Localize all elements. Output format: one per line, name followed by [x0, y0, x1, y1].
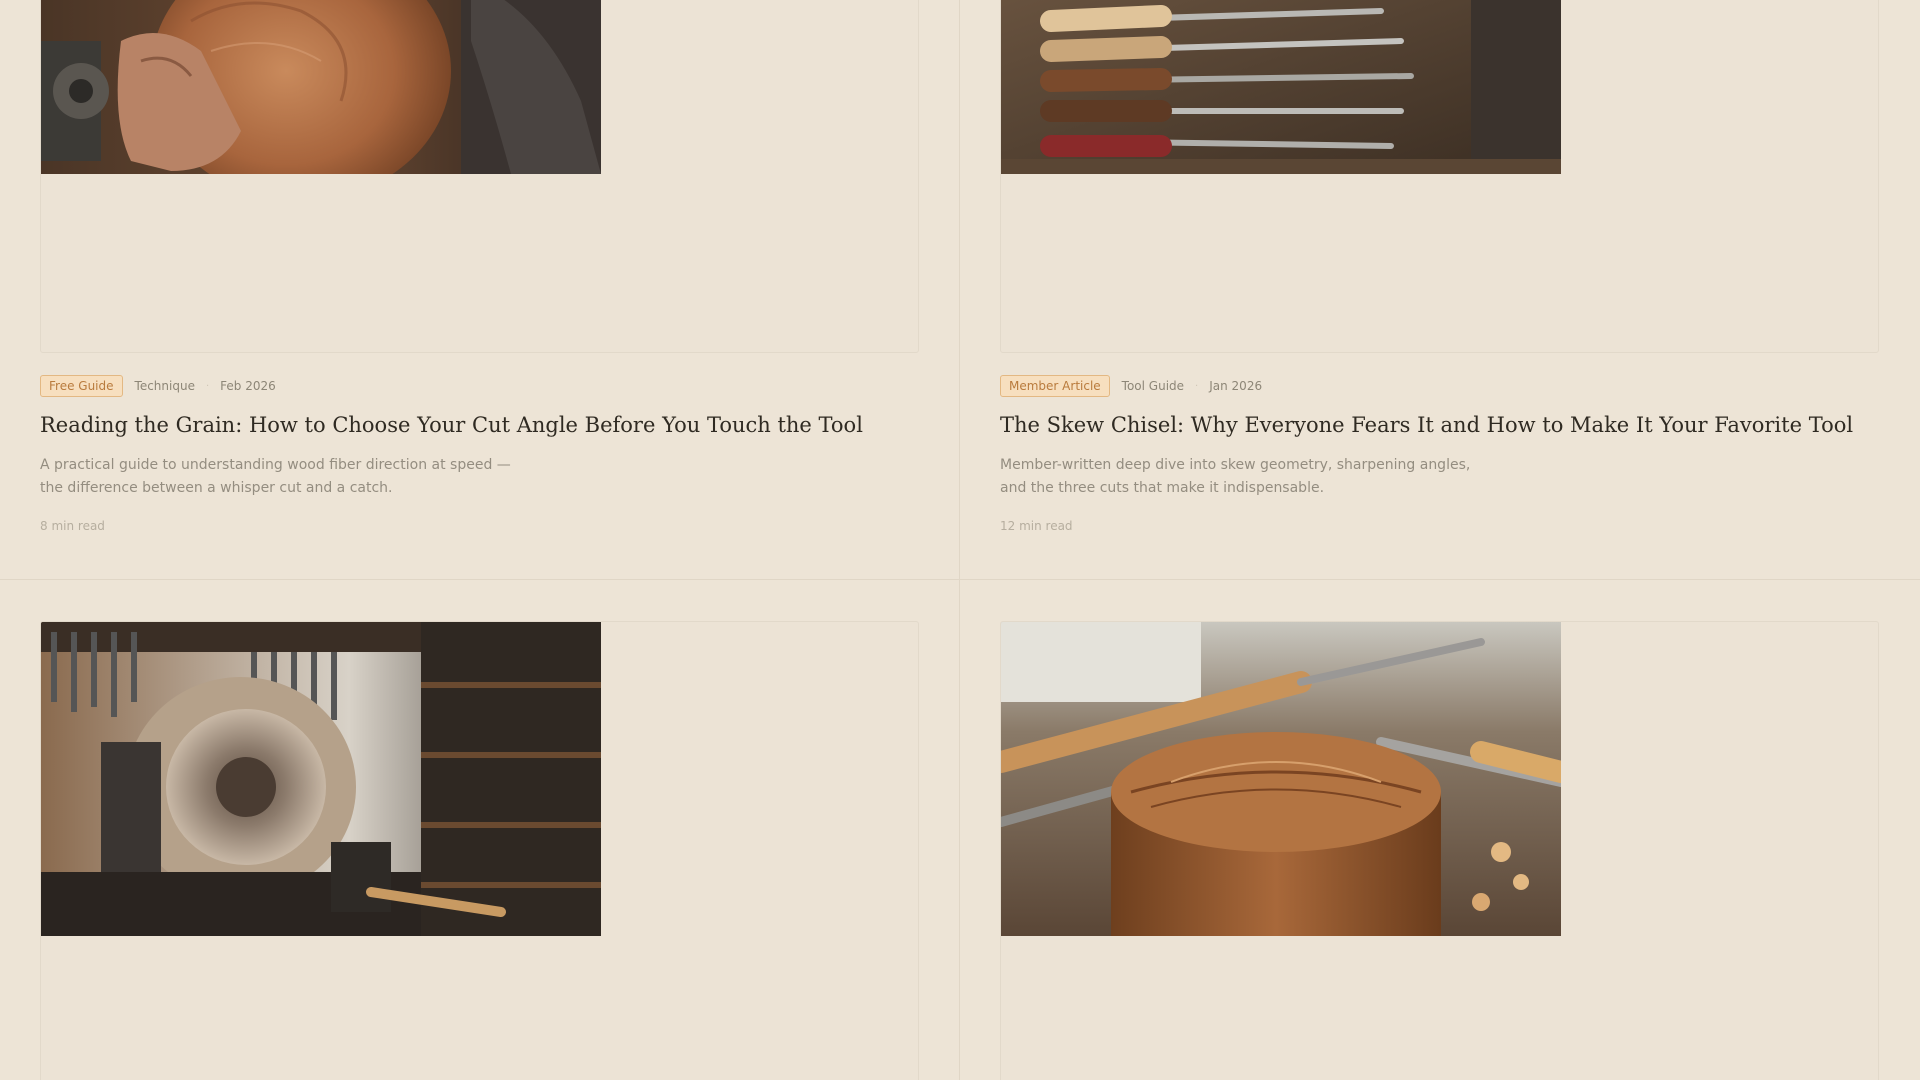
article-card-skew-chisel[interactable]: Member Article Tool Guide · Jan 2026 The…	[1000, 0, 1879, 533]
article-card-wooden-box[interactable]	[1000, 621, 1879, 1080]
article-image-frame[interactable]	[1000, 0, 1879, 353]
article-card-reading-the-grain[interactable]: Free Guide Technique · Feb 2026 Reading …	[40, 0, 919, 533]
article-meta: Member Article Tool Guide · Jan 2026	[1000, 375, 1879, 397]
article-card-lathe-bowl[interactable]	[40, 621, 919, 1080]
article-meta: Free Guide Technique · Feb 2026	[40, 375, 919, 397]
chisel-set-image[interactable]	[1001, 0, 1561, 174]
article-image-frame[interactable]	[40, 621, 919, 1080]
article-excerpt: Member-written deep dive into skew geome…	[1000, 457, 1471, 496]
meta-separator: ·	[1195, 380, 1199, 392]
access-badge[interactable]: Free Guide	[40, 375, 123, 397]
read-time: 8 min read	[40, 519, 105, 533]
article-excerpt: A practical guide to understanding wood …	[40, 457, 511, 496]
read-time: 12 min read	[1000, 519, 1073, 533]
access-badge[interactable]: Member Article	[1000, 375, 1110, 397]
column-divider	[959, 0, 960, 1080]
category-label[interactable]: Tool Guide	[1122, 379, 1184, 393]
lathe-bowl-workshop-image[interactable]	[41, 622, 601, 936]
article-title[interactable]: The Skew Chisel: Why Everyone Fears It a…	[1000, 411, 1879, 439]
date-label: Jan 2026	[1209, 379, 1263, 393]
category-label[interactable]: Technique	[135, 379, 195, 393]
row-divider	[0, 579, 1920, 580]
article-image-frame[interactable]	[40, 0, 919, 353]
article-image-frame[interactable]	[1000, 621, 1879, 1080]
date-label: Feb 2026	[220, 379, 276, 393]
article-grid: Free Guide Technique · Feb 2026 Reading …	[0, 0, 1920, 1080]
hands-turning-bowl-image[interactable]	[41, 0, 601, 174]
article-title[interactable]: Reading the Grain: How to Choose Your Cu…	[40, 411, 919, 439]
meta-separator: ·	[205, 380, 210, 392]
wooden-box-image[interactable]	[1001, 622, 1561, 936]
